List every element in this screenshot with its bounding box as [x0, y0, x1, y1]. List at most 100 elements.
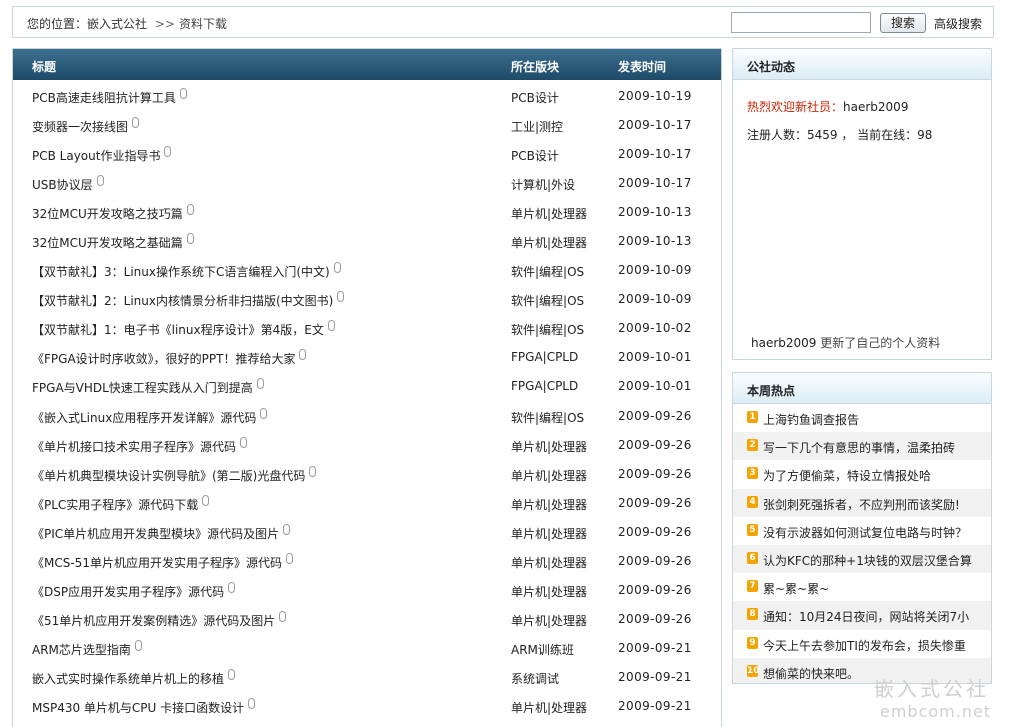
- hot-topic-link[interactable]: 今天上午去参加TI的发布会，损失惨重: [763, 637, 966, 654]
- topic-title-text[interactable]: USB协议层: [32, 178, 93, 192]
- forum-link[interactable]: 单片机|处理器: [511, 205, 587, 222]
- forum-link[interactable]: FPGA|CPLD: [511, 350, 578, 364]
- advanced-search-link[interactable]: 高级搜索: [934, 15, 982, 32]
- hot-topic-link[interactable]: 想偷菜的快来吧。: [763, 665, 859, 682]
- search-button[interactable]: 搜索: [880, 13, 926, 33]
- topic-title-text[interactable]: 《PIC单片机应用开发典型模块》源代码及图片: [32, 527, 279, 541]
- topic-title-link[interactable]: 《PIC单片机应用开发典型模块》源代码及图片: [32, 523, 291, 542]
- rank-badge: 2: [747, 439, 758, 452]
- search-input[interactable]: [731, 12, 871, 33]
- topic-title-text[interactable]: FPGA与VHDL快速工程实践从入门到提高: [32, 381, 253, 395]
- forum-link[interactable]: 单片机|处理器: [511, 525, 587, 542]
- topic-title-text[interactable]: 《嵌入式Linux应用程序开发详解》源代码: [32, 411, 256, 425]
- rank-badge: 10: [747, 664, 760, 677]
- hot-topic-link[interactable]: 认为KFC的那种+1块钱的双层汉堡合算: [763, 552, 972, 569]
- hot-list-item: 2 写一下几个有意思的事情，温柔拍砖: [733, 432, 991, 461]
- community-panel: 公社动态 热烈欢迎新社员：haerb2009 注册人数：5459 ， 当前在线：…: [732, 48, 992, 360]
- post-date: 2009-10-01: [618, 379, 692, 394]
- activity-user-link[interactable]: haerb2009: [751, 336, 816, 350]
- topic-title-link[interactable]: 【双节献礼】1：电子书《linux程序设计》第4版，E文: [32, 320, 335, 338]
- forum-link[interactable]: FPGA|CPLD: [511, 379, 578, 393]
- topic-title-link[interactable]: 32位MCU开发攻略之技巧篇: [32, 204, 194, 222]
- breadcrumb-prefix: 您的位置：: [27, 17, 88, 31]
- topic-title-link[interactable]: 《MCS-51单片机应用开发实用子程序》源代码: [32, 552, 293, 571]
- rank-badge: 3: [747, 467, 758, 480]
- forum-link[interactable]: 单片机|处理器: [511, 699, 587, 716]
- topic-title-text[interactable]: 《51单片机应用开发案例精选》源代码及图片: [32, 614, 275, 628]
- topic-title-link[interactable]: 《PLC实用子程序》源代码下载: [32, 494, 210, 513]
- forum-link[interactable]: ARM训练班: [511, 641, 574, 658]
- forum-link[interactable]: 单片机|处理器: [511, 234, 587, 251]
- topic-title-text[interactable]: 32位MCU开发攻略之基础篇: [32, 236, 183, 250]
- topic-title-text[interactable]: 【双节献礼】2：Linux内核情景分析非扫描版(中文图书): [32, 294, 333, 308]
- topic-title-text[interactable]: 【双节献礼】1：电子书《linux程序设计》第4版，E文: [32, 323, 324, 337]
- topic-title-link[interactable]: 《51单片机应用开发案例精选》源代码及图片: [32, 610, 287, 629]
- forum-link[interactable]: 软件|编程|OS: [511, 321, 584, 338]
- forum-link[interactable]: 单片机|处理器: [511, 583, 587, 600]
- table-row: 变频器一次接线图 工业|测控 2009-10-17: [13, 109, 721, 138]
- welcome-label: 热烈欢迎新社员：: [747, 100, 844, 114]
- hot-topic-link[interactable]: 写一下几个有意思的事情，温柔拍砖: [763, 439, 955, 456]
- topic-title-text[interactable]: 《PLC实用子程序》源代码下载: [32, 498, 198, 512]
- topic-title-text[interactable]: PCB高速走线阻抗计算工具: [32, 91, 176, 105]
- topic-title-text[interactable]: 《MCS-51单片机应用开发实用子程序》源代码: [32, 556, 282, 570]
- hot-topic-link[interactable]: 通知：10月24日夜间，网站将关闭7小: [763, 608, 969, 625]
- topic-title-link[interactable]: MSP430 单片机与CPU 卡接口函数设计: [32, 697, 256, 716]
- topic-title-link[interactable]: 变频器一次接线图: [32, 117, 140, 135]
- forum-link[interactable]: 单片机|处理器: [511, 612, 587, 629]
- topic-title-link[interactable]: 《单片机接口技术实用子程序》源代码: [32, 436, 248, 455]
- topic-title-link[interactable]: FPGA与VHDL快速工程实践从入门到提高: [32, 378, 264, 396]
- forum-link[interactable]: PCB设计: [511, 147, 559, 164]
- topic-title-link[interactable]: PCB高速走线阻抗计算工具: [32, 88, 187, 106]
- topic-title-text[interactable]: MSP430 单片机与CPU 卡接口函数设计: [32, 701, 244, 715]
- forum-link[interactable]: PCB设计: [511, 89, 559, 106]
- forum-link[interactable]: 单片机|处理器: [511, 438, 587, 455]
- weekly-hot-panel: 本周热点 1 上海钓鱼调查报告 2 写一下几个有意思的事情，温柔拍砖 3 为了方便偷菜，特…: [732, 372, 992, 684]
- hot-topic-link[interactable]: 上海钓鱼调查报告: [763, 411, 859, 428]
- table-row: 《嵌入式Linux应用程序开发详解》源代码 软件|编程|OS 2009-09-26: [13, 400, 721, 429]
- topic-title-text[interactable]: ARM芯片选型指南: [32, 643, 131, 657]
- breadcrumb-site-link[interactable]: 嵌入式公社: [87, 17, 147, 31]
- forum-link[interactable]: 单片机|处理器: [511, 496, 587, 513]
- forum-link[interactable]: 软件|编程|OS: [511, 409, 584, 426]
- topic-title-link[interactable]: USB协议层: [32, 175, 104, 193]
- rank-badge: 1: [747, 411, 758, 423]
- topic-title-text[interactable]: PCB Layout作业指导书: [32, 149, 160, 163]
- hot-topic-link[interactable]: 没有示波器如何测试复位电路与时钟？: [763, 524, 967, 541]
- topic-title-text[interactable]: 《单片机典型模块设计实例导航》(第二版)光盘代码: [32, 469, 305, 483]
- hot-topic-link[interactable]: 为了方便偷菜，特设立情报处哈: [763, 467, 931, 484]
- topic-title-text[interactable]: 《FPGA设计时序收敛》，很好的PPT！推荐给大家: [32, 352, 295, 366]
- topic-title-text[interactable]: 变频器一次接线图: [32, 120, 128, 134]
- topic-title-link[interactable]: 【双节献礼】2：Linux内核情景分析非扫描版(中文图书): [32, 291, 345, 309]
- topic-title-link[interactable]: 【双节献礼】3：Linux操作系统下C语言编程入门(中文): [32, 262, 341, 280]
- attachment-icon: [202, 494, 210, 506]
- topic-title-text[interactable]: 32位MCU开发攻略之技巧篇: [32, 207, 183, 221]
- topic-title-link[interactable]: PCB Layout作业指导书: [32, 146, 172, 164]
- hot-list-item: 3 为了方便偷菜，特设立情报处哈: [733, 460, 991, 488]
- topic-title-link[interactable]: 《单片机典型模块设计实例导航》(第二版)光盘代码: [32, 465, 317, 484]
- topic-title-link[interactable]: 《DSP应用开发实用子程序》源代码: [32, 581, 236, 600]
- topic-title-text[interactable]: 《DSP应用开发实用子程序》源代码: [32, 585, 224, 599]
- forum-link[interactable]: 系统调试: [511, 670, 559, 687]
- forum-link[interactable]: 计算机|外设: [511, 176, 575, 193]
- topic-title-text[interactable]: 【双节献礼】3：Linux操作系统下C语言编程入门(中文): [32, 265, 330, 279]
- topic-title-link[interactable]: 嵌入式实时操作系统单片机上的移植: [32, 668, 236, 687]
- topic-title-text[interactable]: 嵌入式实时操作系统单片机上的移植: [32, 672, 224, 686]
- topic-title-link[interactable]: 32位MCU开发攻略之基础篇: [32, 233, 194, 251]
- hot-topic-link[interactable]: 张剑刺死强拆者，不应判刑而该奖励!: [763, 496, 960, 513]
- forum-link[interactable]: 软件|编程|OS: [511, 292, 584, 309]
- topic-title-link[interactable]: 《嵌入式Linux应用程序开发详解》源代码: [32, 407, 268, 426]
- hot-topic-link[interactable]: 累~累~累~: [763, 580, 829, 597]
- forum-link[interactable]: 工业|测控: [511, 118, 563, 135]
- new-member-link[interactable]: haerb2009: [843, 100, 908, 114]
- topic-title-link[interactable]: 《FPGA设计时序收敛》，很好的PPT！推荐给大家: [32, 349, 307, 367]
- table-row: USB协议层 计算机|外设 2009-10-17: [13, 167, 721, 196]
- topic-title-text[interactable]: 《单片机接口技术实用子程序》源代码: [32, 440, 236, 454]
- forum-link[interactable]: 单片机|处理器: [511, 467, 587, 484]
- rank-badge: 9: [747, 636, 758, 649]
- topic-title-link[interactable]: ARM芯片选型指南: [32, 639, 142, 658]
- forum-link[interactable]: 单片机|处理器: [511, 554, 587, 571]
- attachment-icon: [186, 204, 194, 216]
- table-row: FPGA与VHDL快速工程实践从入门到提高 FPGA|CPLD 2009-10-01: [13, 370, 721, 399]
- forum-link[interactable]: 软件|编程|OS: [511, 263, 584, 280]
